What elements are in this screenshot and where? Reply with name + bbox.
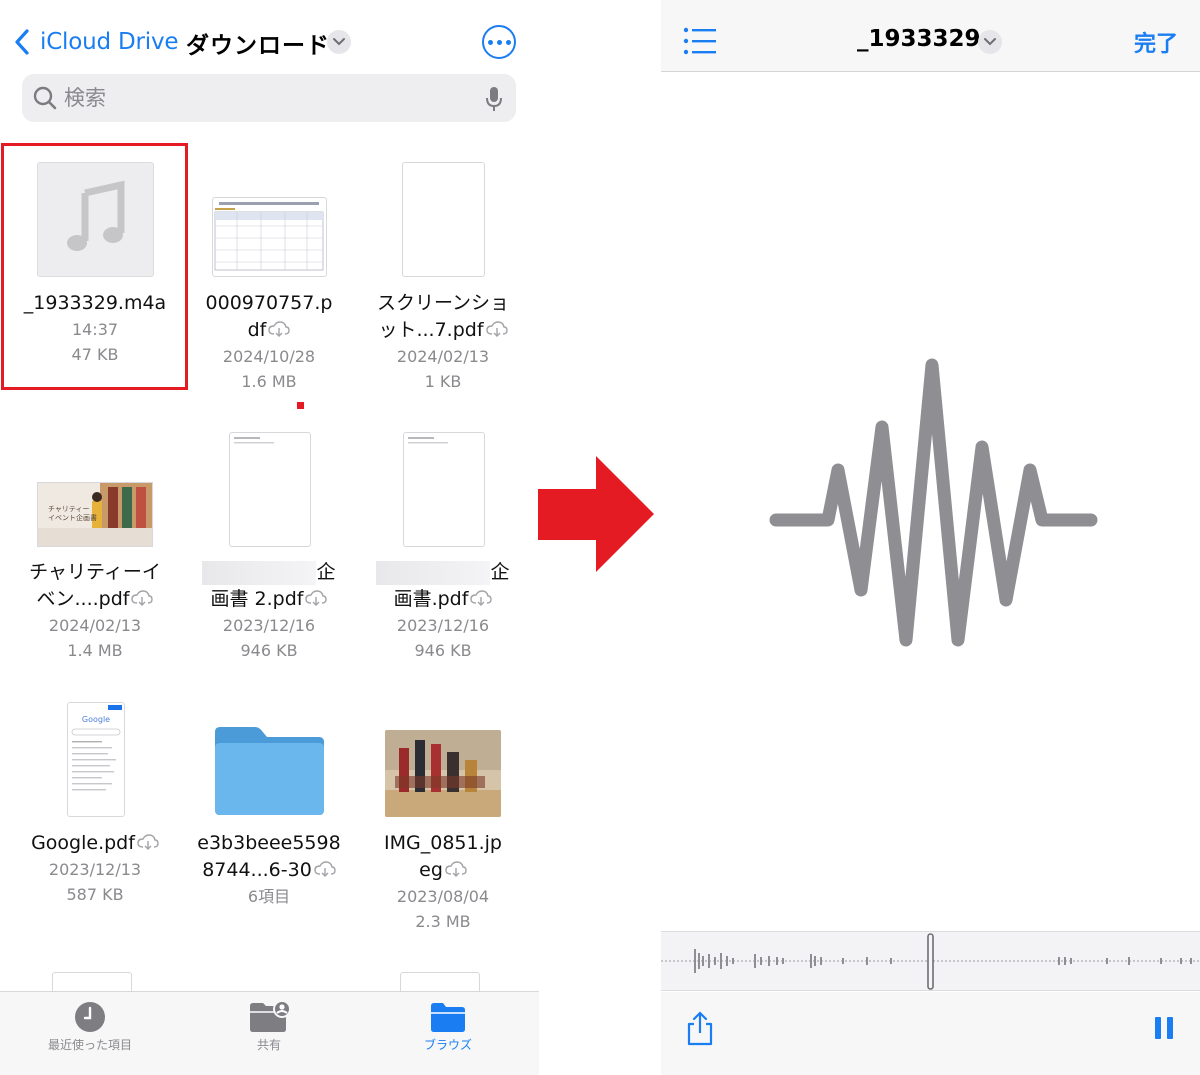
pdf-table-preview	[214, 202, 324, 271]
file-name: 000970757.p df	[205, 292, 333, 341]
audio-scrubber[interactable]	[661, 931, 1200, 991]
cloud-download-icon	[131, 590, 154, 606]
doc-page-preview	[408, 437, 448, 444]
file-size: 946 KB	[414, 641, 472, 660]
file-item[interactable]: 企画書 2.pdf 2023/12/16 946 KB	[182, 553, 356, 663]
cloud-download-icon	[445, 861, 467, 877]
cloud-download-icon	[137, 834, 159, 850]
search-bar[interactable]	[22, 74, 516, 122]
file-name: 企画書.pdf	[356, 559, 530, 613]
done-button[interactable]: 完了	[1134, 26, 1178, 58]
file-item[interactable]: スクリーンショ ット...7.pdf 2024/02/13 1 KB	[356, 284, 530, 394]
folder-icon	[215, 727, 324, 815]
file-item[interactable]: 企画書.pdf 2023/12/16 946 KB	[356, 553, 530, 663]
folder-thumbnail[interactable]	[211, 724, 328, 817]
more-options-button[interactable]	[482, 25, 516, 59]
redacted-text	[202, 560, 317, 585]
scrubber-waveform	[661, 933, 1200, 990]
file-item[interactable]: チャリティーイ ベン....pdf 2024/02/13 1.4 MB	[8, 553, 182, 663]
tab-label: 最近使った項目	[47, 1038, 132, 1052]
shared-folder-icon	[250, 1000, 291, 1032]
file-date: 2023/12/13	[48, 860, 142, 879]
tab-label: ブラウズ	[423, 1038, 472, 1052]
file-date: 2023/08/04	[396, 887, 490, 906]
clock-icon	[75, 1002, 105, 1032]
selection-highlight	[1, 143, 188, 390]
cloud-download-icon	[268, 321, 291, 337]
file-name: スクリーンショ ット...7.pdf	[376, 292, 510, 341]
marker-dot	[297, 402, 304, 409]
audio-preview-pane: _1933329 完了	[661, 0, 1200, 1075]
cloud-download-icon	[314, 861, 336, 877]
pdf-thumbnail[interactable]	[229, 432, 311, 547]
file-size: 1.6 MB	[241, 372, 297, 391]
file-date: 2024/02/13	[48, 616, 142, 635]
back-button[interactable]: iCloud Drive	[10, 24, 179, 60]
doc-page-preview	[234, 437, 274, 444]
search-icon	[33, 86, 57, 110]
folder-name: e3b3beee5598 8744...6-30	[197, 832, 341, 881]
file-date: 2024/02/13	[396, 347, 490, 366]
file-size: 1.4 MB	[67, 641, 123, 660]
cloud-download-icon	[470, 590, 493, 606]
file-size: 2.3 MB	[415, 912, 471, 931]
redacted-text	[376, 560, 491, 585]
file-size: 946 KB	[240, 641, 298, 660]
back-label: iCloud Drive	[40, 29, 179, 55]
pdf-thumbnail[interactable]	[403, 432, 485, 547]
file-name: 企画書 2.pdf	[182, 559, 356, 613]
waveform-icon	[769, 358, 1098, 647]
title-menu-button[interactable]	[978, 30, 1002, 54]
microphone-icon[interactable]	[484, 85, 504, 113]
folder-count: 6項目	[247, 887, 291, 906]
tab-browse[interactable]: ブラウズ	[388, 1000, 508, 1053]
pdf-thumbnail[interactable]: Google	[67, 702, 125, 817]
chevron-down-icon	[984, 38, 996, 46]
folder-title: ダウンロード	[186, 33, 330, 59]
file-size: 1 KB	[424, 372, 462, 391]
list-icon[interactable]	[683, 26, 717, 56]
slide-thumbnail[interactable]: チャリティー イベント企画書	[37, 482, 153, 547]
file-date: 2024/10/28	[222, 347, 316, 366]
file-name: IMG_0851.jp eg	[384, 832, 502, 881]
pdf-thumbnail[interactable]	[212, 197, 327, 277]
preview-toolbar	[661, 992, 1200, 1075]
cloud-download-icon	[305, 590, 328, 606]
cloud-download-icon	[485, 321, 508, 337]
tab-recents[interactable]: 最近使った項目	[30, 1000, 150, 1053]
files-browser-pane: iCloud Drive ダウンロード _1933329.m4a 14:37 4…	[0, 0, 539, 1075]
google-logo: Google	[81, 715, 111, 724]
preview-nav-bar: _1933329 完了	[661, 0, 1200, 72]
file-name: チャリティーイ ベン....pdf	[29, 561, 161, 610]
pdf-thumbnail[interactable]	[402, 162, 485, 277]
file-date: 2023/12/16	[222, 616, 316, 635]
chevron-down-icon	[333, 38, 345, 46]
file-name: Google.pdf	[8, 830, 182, 857]
folder-icon	[431, 1003, 465, 1032]
playhead[interactable]	[927, 933, 934, 990]
photo-preview	[385, 730, 501, 817]
share-icon[interactable]	[685, 1010, 715, 1046]
file-item[interactable]: Google.pdf 2023/12/13 587 KB	[8, 824, 182, 907]
file-item[interactable]: IMG_0851.jp eg 2023/08/04 2.3 MB	[356, 824, 530, 934]
file-date: 2023/12/16	[396, 616, 490, 635]
folder-item[interactable]: e3b3beee5598 8744...6-30 6項目	[182, 824, 356, 909]
file-size: 587 KB	[66, 885, 124, 904]
chevron-left-icon	[15, 29, 29, 55]
pause-icon[interactable]	[1154, 1017, 1174, 1039]
tab-shared[interactable]: 共有	[209, 1000, 329, 1053]
title-menu-button[interactable]	[327, 30, 351, 54]
ellipsis-icon	[487, 39, 493, 45]
nav-bar: iCloud Drive ダウンロード	[0, 0, 539, 72]
tab-label: 共有	[256, 1038, 281, 1052]
slide-caption: チャリティー イベント企画書	[48, 505, 97, 522]
image-thumbnail[interactable]	[385, 730, 501, 817]
preview-title: _1933329	[857, 26, 981, 52]
search-input[interactable]	[64, 86, 464, 110]
arrow-right-icon	[538, 456, 654, 572]
tab-bar: 最近使った項目 共有 ブラウズ	[0, 991, 539, 1075]
file-item[interactable]: 000970757.p df 2024/10/28 1.6 MB	[182, 284, 356, 394]
